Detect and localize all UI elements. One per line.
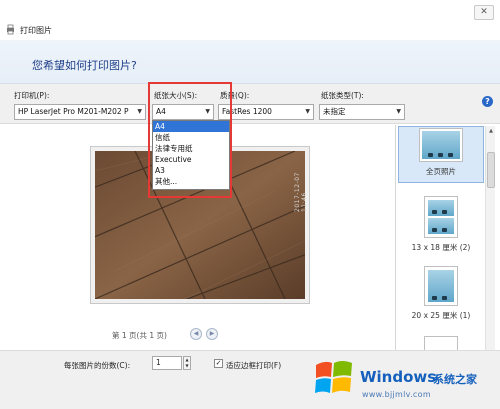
close-icon[interactable]: ✕ <box>474 5 494 20</box>
layout-label: 全页照片 <box>426 167 456 176</box>
layout-item-13x18[interactable]: 13 x 18 厘米 (2) <box>398 196 484 253</box>
layout-scrollbar[interactable]: ▲ <box>485 126 495 350</box>
windows-logo-icon <box>315 361 352 393</box>
paper-size-option[interactable]: 信纸 <box>153 132 229 143</box>
printer-value: HP LaserJet Pro M201-M202 P <box>18 107 129 116</box>
layout-thumbnail <box>424 196 458 238</box>
heading-band: 您希望如何打印图片? <box>0 40 500 84</box>
copies-stepper[interactable]: ▲ ▼ <box>183 356 191 370</box>
title-bar: 打印图片 ✕ <box>0 0 500 40</box>
paper-size-option[interactable]: A3 <box>153 165 229 176</box>
paper-type-value: 未指定 <box>323 107 346 116</box>
thumbnail-image <box>428 270 454 302</box>
fit-frame-checkbox[interactable]: ✓ <box>214 359 223 368</box>
thumbnail-image <box>422 131 460 159</box>
layout-item-full-page[interactable]: 全页照片 <box>398 128 484 177</box>
scroll-up-icon[interactable]: ▲ <box>486 126 496 136</box>
thumbnail-image <box>428 218 454 234</box>
page-info: 第 1 页(共 1 页) <box>112 331 167 340</box>
printer-select[interactable]: HP LaserJet Pro M201-M202 P ▼ <box>14 104 146 120</box>
paper-size-option[interactable]: 法律专用纸 <box>153 143 229 154</box>
copies-label: 每张图片的份数(C): <box>64 361 131 370</box>
paper-size-select[interactable]: A4 ▼ <box>152 104 214 120</box>
watermark-brand: Windows <box>360 368 437 386</box>
next-page-button[interactable]: ▶ <box>206 328 218 340</box>
help-icon[interactable]: ? <box>482 96 493 107</box>
paper-size-value: A4 <box>156 107 166 116</box>
options-bar: 打印机(P): HP LaserJet Pro M201-M202 P ▼ 纸张… <box>0 84 500 124</box>
layout-thumbnail <box>419 128 463 162</box>
printer-icon <box>7 24 14 35</box>
printer-label: 打印机(P): <box>14 91 50 100</box>
page-title: 您希望如何打印图片? <box>32 59 137 72</box>
paper-size-dropdown: A4 信纸 法律专用纸 Executive A3 其他... <box>152 120 230 190</box>
fit-frame-label: 适应边框打印(F) <box>226 361 282 370</box>
paper-type-label: 纸张类型(T): <box>321 91 364 100</box>
layout-item-partial[interactable] <box>398 336 484 350</box>
chevron-down-icon: ▼ <box>137 108 142 115</box>
chevron-down-icon: ▼ <box>305 108 310 115</box>
quality-select[interactable]: FastRes 1200 ▼ <box>218 104 314 120</box>
layout-label: 13 x 18 厘米 (2) <box>411 243 471 252</box>
chevron-down-icon: ▼ <box>205 108 210 115</box>
watermark-url: www.bjjmlv.com <box>362 390 431 399</box>
paper-size-option[interactable]: 其他... <box>153 176 229 187</box>
copies-input[interactable]: 1 <box>152 356 182 370</box>
chevron-down-icon: ▼ <box>396 108 401 115</box>
prev-page-button[interactable]: ◀ <box>190 328 202 340</box>
layout-thumbnail <box>424 266 458 306</box>
layout-item-20x25[interactable]: 20 x 25 厘米 (1) <box>398 266 484 321</box>
paper-size-option[interactable]: A4 <box>153 121 229 132</box>
paper-size-option[interactable]: Executive <box>153 154 229 165</box>
layout-thumbnail <box>424 336 458 350</box>
quality-value: FastRes 1200 <box>222 107 272 116</box>
window-title: 打印图片 <box>20 26 52 35</box>
paper-type-select[interactable]: 未指定 ▼ <box>319 104 405 120</box>
scroll-thumb[interactable] <box>487 152 495 188</box>
photo-timestamp: 2017-12-07 11:46 <box>294 172 308 212</box>
paper-size-label: 纸张大小(S): <box>154 91 198 100</box>
watermark-suffix: 系统之家 <box>433 373 477 386</box>
thumbnail-image <box>428 200 454 216</box>
layout-label: 20 x 25 厘米 (1) <box>411 311 471 320</box>
quality-label: 质量(Q): <box>220 91 250 100</box>
